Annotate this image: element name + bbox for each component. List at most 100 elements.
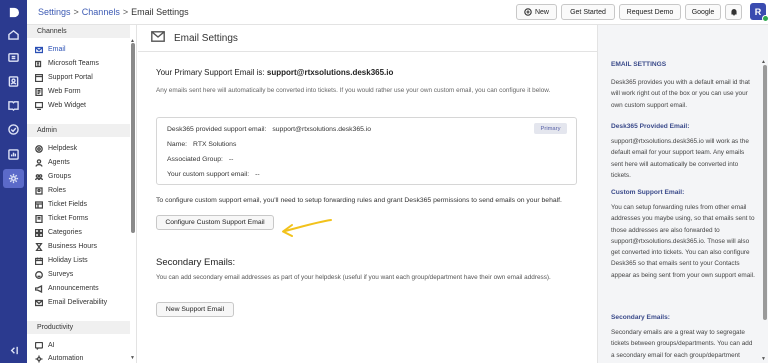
sidebar-item-surveys[interactable]: Surveys xyxy=(35,269,130,280)
primary-email-line: Your Primary Support Email is: support@r… xyxy=(156,68,393,77)
fields-icon xyxy=(35,200,43,209)
sidebar-item-web-widget[interactable]: Web Widget xyxy=(35,100,130,111)
sidebar-item-announcements[interactable]: Announcements xyxy=(35,283,130,294)
secondary-emails-description: You can add secondary email addresses as… xyxy=(156,274,551,281)
sidebar-item-microsoft-teams[interactable]: Microsoft Teams xyxy=(35,58,130,69)
info-label: Associated Group: xyxy=(167,156,223,163)
automation-icon xyxy=(35,355,43,363)
sidebar-item-label: Holiday Lists xyxy=(48,257,88,264)
help-panel: EMAIL SETTINGS Desk365 provides you with… xyxy=(597,25,768,363)
groups-icon xyxy=(35,173,43,181)
sidebar-item-label: Groups xyxy=(48,173,71,180)
forwarding-text: To configure custom support email, you'l… xyxy=(156,197,562,204)
knowledge-base-icon[interactable] xyxy=(7,99,20,112)
sidebar-item-ticket-fields[interactable]: Ticket Fields xyxy=(35,199,130,210)
online-status-icon xyxy=(762,15,768,22)
sidebar-item-label: Business Hours xyxy=(48,243,98,250)
settings-sidebar: Channels Email Microsoft Teams Support P… xyxy=(27,25,137,363)
info-value: support@rtxsolutions.desk365.io xyxy=(272,126,372,133)
new-support-email-button[interactable]: New Support Email xyxy=(156,302,234,317)
sidebar-item-agents[interactable]: Agents xyxy=(35,157,130,168)
sidebar-item-ticket-forms[interactable]: Ticket Forms xyxy=(35,213,130,224)
mail-check-icon xyxy=(35,299,43,307)
info-value: -- xyxy=(255,171,260,178)
sidebar-item-groups[interactable]: Groups xyxy=(35,171,130,182)
name-row: Name: RTX Solutions xyxy=(167,141,236,148)
group-row: Associated Group: -- xyxy=(167,156,233,163)
info-label: Your custom support email: xyxy=(167,171,250,178)
reports-icon[interactable] xyxy=(7,148,20,161)
home-icon[interactable] xyxy=(7,28,20,41)
sidebar-item-automation[interactable]: Automation xyxy=(35,353,130,363)
avatar[interactable]: R xyxy=(750,3,768,22)
notifications-button[interactable] xyxy=(725,4,742,20)
sidebar-item-label: Automation xyxy=(48,355,84,362)
breadcrumb-settings[interactable]: Settings xyxy=(38,7,71,17)
collapse-icon[interactable] xyxy=(7,344,20,357)
sidebar-item-label: Helpdesk xyxy=(48,145,78,152)
breadcrumb: Settings > Channels > Email Settings xyxy=(38,7,189,17)
sidebar-section-productivity: Productivity xyxy=(27,321,130,334)
logo-icon[interactable] xyxy=(7,6,20,19)
envelope-icon xyxy=(151,31,165,42)
help-intro: Desk365 provides you with a default emai… xyxy=(611,79,750,109)
contacts-icon[interactable] xyxy=(7,75,20,88)
roles-icon xyxy=(35,186,43,195)
sidebar-section-channels: Channels xyxy=(27,25,130,38)
google-label: Google xyxy=(691,8,715,16)
help-provided-title: Desk365 Provided Email: xyxy=(611,123,690,130)
help-title: EMAIL SETTINGS xyxy=(611,61,667,68)
get-started-button[interactable]: Get Started xyxy=(561,4,615,20)
provided-email-row: Desk365 provided support email: support@r… xyxy=(167,126,371,133)
breadcrumb-channels[interactable]: Channels xyxy=(82,7,120,17)
secondary-emails-title: Secondary Emails: xyxy=(156,257,236,268)
megaphone-icon xyxy=(35,284,43,293)
tasks-icon[interactable] xyxy=(7,123,20,136)
info-value: -- xyxy=(228,156,234,163)
info-label: Desk365 provided support email: xyxy=(167,126,267,133)
sidebar-item-email-deliverability[interactable]: Email Deliverability xyxy=(35,297,130,308)
helpdesk-icon xyxy=(35,144,43,153)
request-demo-label: Request Demo xyxy=(626,8,674,16)
widget-icon xyxy=(35,101,43,110)
avatar-letter: R xyxy=(754,6,762,17)
plus-circle-icon xyxy=(524,8,532,16)
sidebar-scrollbar[interactable] xyxy=(131,43,135,233)
tickets-icon[interactable] xyxy=(7,51,20,64)
sidebar-item-categories[interactable]: Categories xyxy=(35,227,130,238)
sidebar-item-label: Support Portal xyxy=(48,74,93,81)
sidebar-item-holiday-lists[interactable]: Holiday Lists xyxy=(35,255,130,266)
main-content: Email Settings Your Primary Support Emai… xyxy=(138,25,597,363)
sidebar-item-ai[interactable]: AI xyxy=(35,340,130,351)
form-icon xyxy=(35,87,43,96)
sidebar-item-label: Categories xyxy=(48,229,82,236)
portal-icon xyxy=(35,73,43,82)
sidebar-item-helpdesk[interactable]: Helpdesk xyxy=(35,143,130,154)
sidebar-item-label: Agents xyxy=(48,159,70,166)
settings-icon[interactable] xyxy=(3,169,24,188)
sidebar-scroll-down-icon[interactable]: ▼ xyxy=(130,355,135,361)
google-button[interactable]: Google xyxy=(685,4,721,20)
sidebar-item-label: Microsoft Teams xyxy=(48,60,99,67)
request-demo-button[interactable]: Request Demo xyxy=(619,4,681,20)
help-scrollbar[interactable] xyxy=(763,65,767,320)
sidebar-item-label: Web Form xyxy=(48,88,81,95)
configure-custom-email-button[interactable]: Configure Custom Support Email xyxy=(156,215,274,230)
categories-icon xyxy=(35,228,43,237)
help-custom-text: You can setup forwarding rules from othe… xyxy=(611,204,755,279)
sidebar-item-web-form[interactable]: Web Form xyxy=(35,86,130,97)
sidebar-item-email[interactable]: Email xyxy=(35,44,130,55)
annotation-arrow-icon xyxy=(282,219,332,237)
sidebar-item-business-hours[interactable]: Business Hours xyxy=(35,241,130,252)
sidebar-item-label: Email xyxy=(48,46,66,53)
sidebar-item-label: Announcements xyxy=(48,285,99,292)
page-title: Email Settings xyxy=(174,33,238,44)
sidebar-item-label: Ticket Fields xyxy=(48,201,88,208)
ai-chat-icon xyxy=(35,341,43,350)
new-button[interactable]: New xyxy=(516,4,557,20)
help-scroll-down-icon[interactable]: ▼ xyxy=(761,356,766,362)
sidebar-item-support-portal[interactable]: Support Portal xyxy=(35,72,130,83)
help-secondary-title: Secondary Emails: xyxy=(611,314,671,321)
primary-badge: Primary xyxy=(534,123,567,134)
sidebar-item-roles[interactable]: Roles xyxy=(35,185,130,196)
